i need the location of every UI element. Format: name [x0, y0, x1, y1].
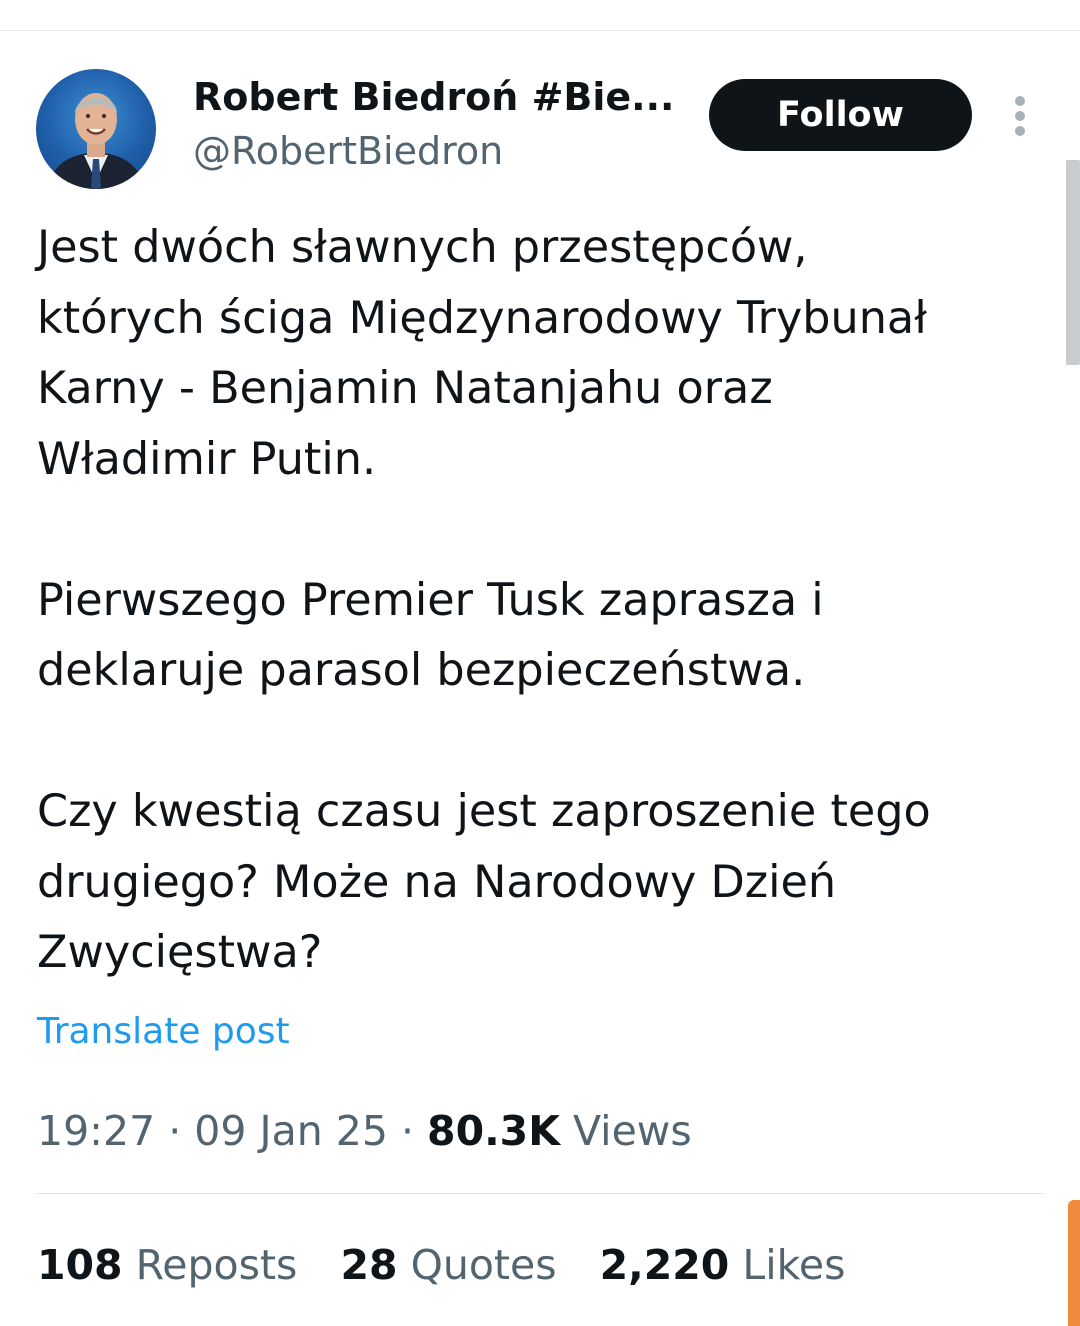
more-vertical-icon[interactable]: [1004, 94, 1036, 138]
reposts-stat[interactable]: 108 Reposts: [37, 1237, 297, 1293]
author-display-name[interactable]: Robert Biedroń #Bie...: [193, 72, 674, 122]
post-meta: 19:27 · 09 Jan 25 · 80.3K Views: [37, 1103, 692, 1159]
meta-separator: ·: [168, 1107, 182, 1155]
reposts-label: Reposts: [135, 1241, 298, 1289]
author-handle[interactable]: @RobertBiedron: [193, 126, 503, 176]
quotes-stat[interactable]: 28 Quotes: [340, 1237, 556, 1293]
top-divider: [0, 30, 1080, 31]
meta-separator: ·: [400, 1107, 414, 1155]
reposts-count: 108: [37, 1241, 123, 1289]
likes-label: Likes: [742, 1241, 846, 1289]
post-text: Jest dwóch sławnych przestępców, których…: [37, 222, 931, 978]
scrollbar[interactable]: [1066, 160, 1080, 365]
likes-count: 2,220: [599, 1241, 730, 1289]
avatar-photo: [46, 93, 146, 189]
likes-stat[interactable]: 2,220 Likes: [600, 1237, 846, 1293]
avatar[interactable]: [36, 69, 156, 189]
quotes-label: Quotes: [410, 1241, 557, 1289]
views-count: 80.3K: [427, 1107, 560, 1155]
post-time[interactable]: 19:27: [37, 1107, 155, 1155]
engagement-stats: 108 Reposts 28 Quotes 2,220 Likes: [37, 1237, 875, 1293]
quotes-count: 28: [340, 1241, 398, 1289]
stats-divider: [36, 1193, 1044, 1194]
scroll-indicator: [1068, 1200, 1080, 1326]
translate-post-link[interactable]: Translate post: [37, 1006, 290, 1058]
post-date[interactable]: 09 Jan 25: [194, 1107, 388, 1155]
views-label: Views: [573, 1107, 692, 1155]
follow-button[interactable]: Follow: [709, 79, 972, 151]
